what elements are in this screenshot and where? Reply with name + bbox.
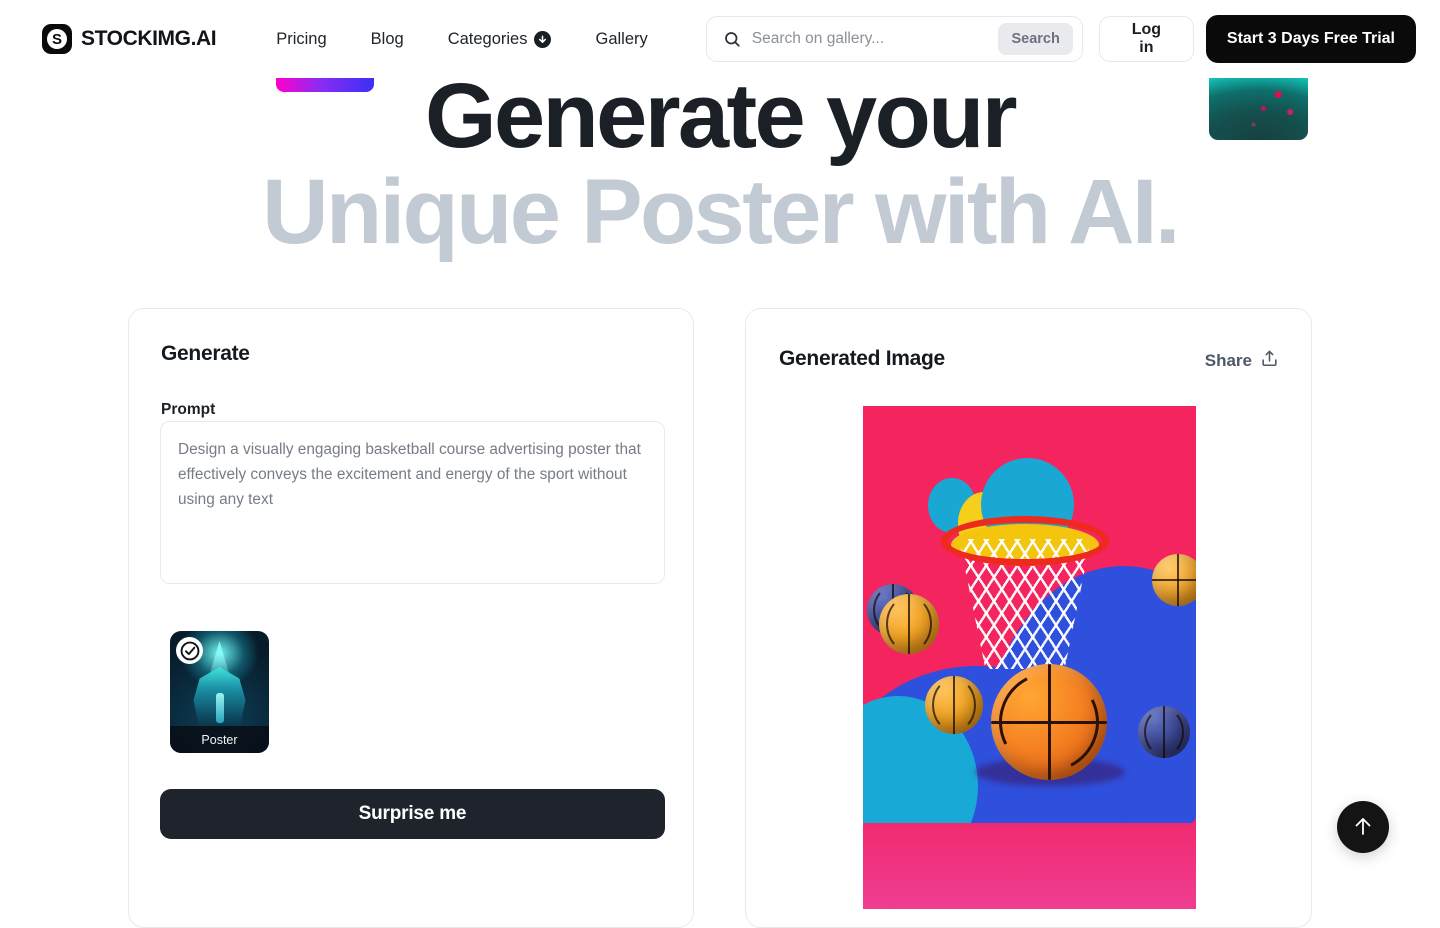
scroll-to-top-button[interactable] xyxy=(1337,801,1389,853)
login-button[interactable]: Log in xyxy=(1099,16,1194,62)
poster-floor xyxy=(863,823,1196,909)
poster-ball-orange-lower-left xyxy=(925,676,983,734)
prompt-input[interactable] xyxy=(160,421,665,584)
nav-label-categories: Categories xyxy=(448,30,528,49)
style-card-poster[interactable]: Poster xyxy=(170,631,269,753)
site-header: S STOCKIMG.AI Pricing Blog Categories Ga… xyxy=(0,0,1440,78)
brand-logo[interactable]: S STOCKIMG.AI xyxy=(42,24,216,54)
poster-ball-navy-right xyxy=(1138,706,1190,758)
nav-label-blog: Blog xyxy=(371,30,404,49)
generated-poster-image[interactable] xyxy=(863,406,1196,909)
share-icon xyxy=(1260,349,1279,373)
chevron-down-icon xyxy=(534,31,551,48)
poster-ball-main xyxy=(991,664,1107,780)
main-nav: Pricing Blog Categories Gallery xyxy=(254,22,670,57)
share-label: Share xyxy=(1205,351,1252,371)
check-circle-icon xyxy=(176,637,203,664)
logo-letter: S xyxy=(47,29,67,49)
nav-item-pricing[interactable]: Pricing xyxy=(254,22,348,57)
search-button[interactable]: Search xyxy=(998,23,1072,55)
nav-item-categories[interactable]: Categories xyxy=(426,22,574,57)
prompt-label: Prompt xyxy=(161,401,215,419)
generate-panel-title: Generate xyxy=(161,342,250,366)
nav-label-gallery: Gallery xyxy=(595,30,647,49)
style-card-caption: Poster xyxy=(170,726,269,753)
hero-headline-line1: Generate your xyxy=(0,70,1440,162)
stockimg-logo-icon: S xyxy=(42,24,72,54)
brand-name: STOCKIMG.AI xyxy=(81,27,216,51)
helmet-visor xyxy=(216,693,224,723)
nav-label-pricing: Pricing xyxy=(276,30,326,49)
generate-panel: Generate Prompt Poster Surprise me xyxy=(128,308,694,928)
search-input[interactable] xyxy=(752,30,999,48)
hero-headline-line2: Unique Poster with AI. xyxy=(0,166,1440,258)
generated-image-panel: Generated Image Share xyxy=(745,308,1312,928)
poster-ball-orange-top-right xyxy=(1152,554,1196,606)
nav-item-blog[interactable]: Blog xyxy=(349,22,426,57)
start-free-trial-button[interactable]: Start 3 Days Free Trial xyxy=(1206,15,1416,63)
generated-image-title: Generated Image xyxy=(779,347,945,371)
poster-hoop-rim xyxy=(941,516,1109,566)
nav-item-gallery[interactable]: Gallery xyxy=(573,22,669,57)
poster-ball-orange-left xyxy=(879,594,939,654)
gallery-search-box[interactable]: Search xyxy=(706,16,1083,62)
share-button[interactable]: Share xyxy=(1205,349,1279,373)
surprise-me-button[interactable]: Surprise me xyxy=(160,789,665,839)
arrow-up-icon xyxy=(1351,814,1375,841)
search-icon xyxy=(723,30,741,48)
